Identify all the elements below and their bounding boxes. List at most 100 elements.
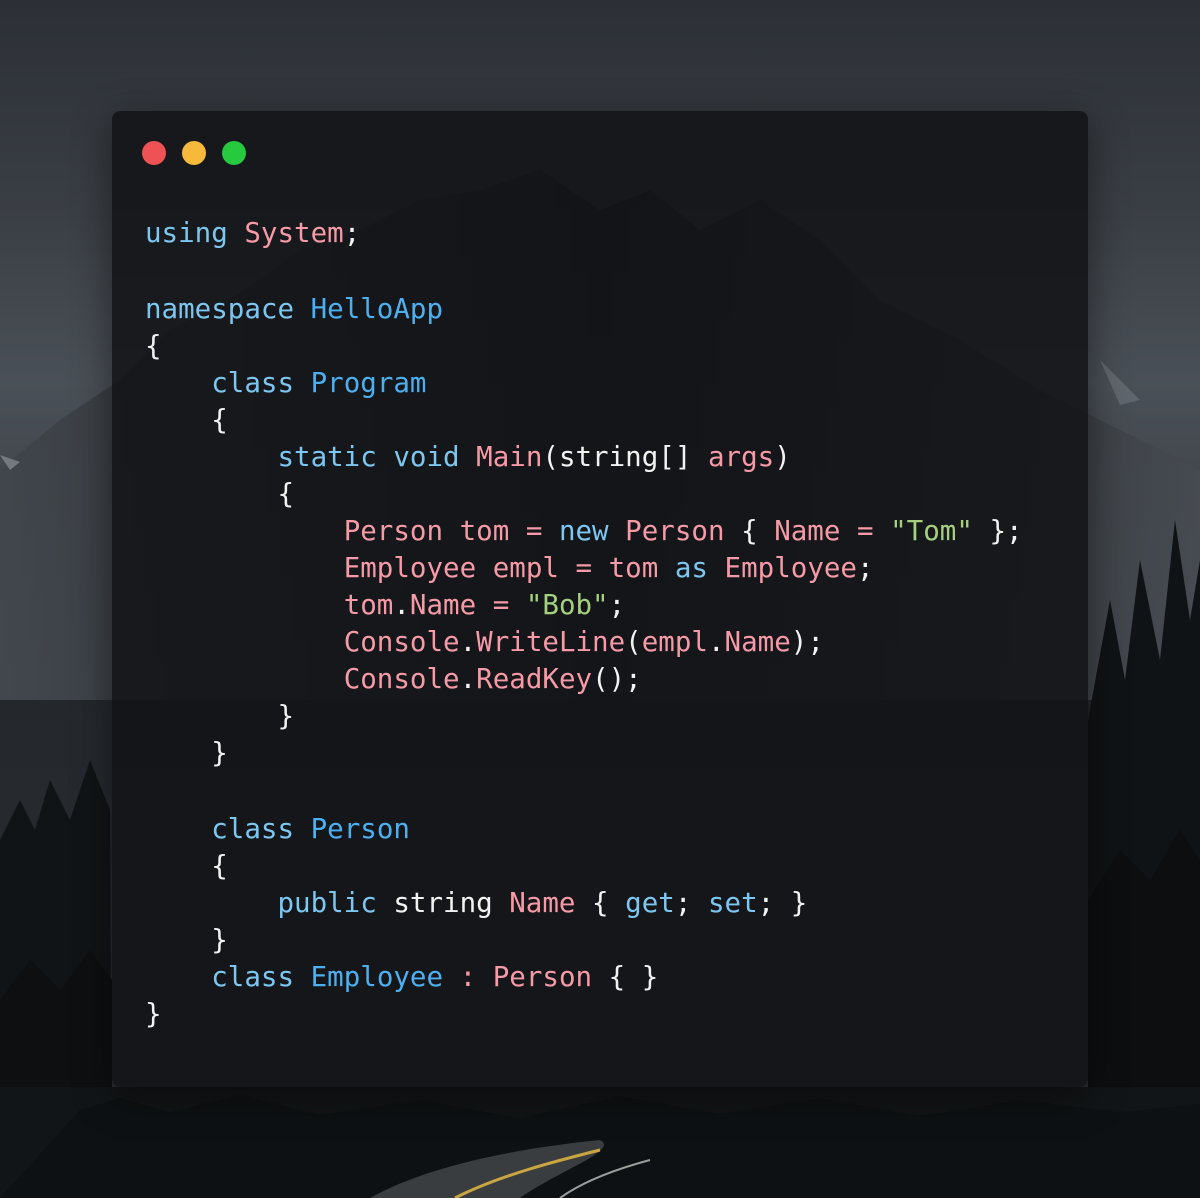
code-token: class (211, 813, 295, 845)
code-line: using System; (145, 215, 1023, 252)
code-token: Person (492, 961, 593, 993)
code-line: namespace HelloApp (145, 291, 1023, 328)
code-token: string (376, 887, 510, 919)
code-token: Person (310, 813, 410, 845)
code-token: } (145, 998, 162, 1030)
code-token: ; (343, 217, 361, 249)
code-line: { (145, 402, 1023, 439)
code-token: class (211, 961, 295, 993)
code-token: "Tom" (890, 515, 973, 547)
code-token: tom (608, 552, 659, 584)
code-token: Name (774, 515, 841, 547)
code-line: { (145, 848, 1023, 885)
code-token: . (459, 626, 477, 658)
code-line: tom.Name = "Bob"; (145, 587, 1023, 624)
code-token: System (244, 217, 344, 249)
code-token: new (558, 515, 609, 547)
code-token: as (674, 552, 708, 584)
code-token: Employee (724, 552, 857, 584)
code-token: Employee (310, 961, 444, 993)
code-token: Person (343, 515, 444, 547)
code-token: void (393, 441, 460, 473)
code-token: { (145, 478, 295, 510)
code-token: { (145, 404, 228, 436)
close-dot-icon[interactable] (142, 141, 166, 165)
code-token: = (840, 515, 891, 547)
minimize-dot-icon[interactable] (182, 141, 206, 165)
code-token: WriteLine (476, 626, 626, 658)
code-line: { (145, 476, 1023, 513)
code-token: using (145, 217, 228, 249)
code-token: } (145, 924, 228, 956)
code-token: ; (674, 887, 708, 919)
code-token: ); (790, 626, 824, 658)
code-line: } (145, 735, 1023, 772)
code-token: static (277, 441, 377, 473)
code-token: args (707, 441, 775, 473)
code-token: . (393, 589, 410, 621)
code-token: ; } (757, 887, 808, 919)
code-token: Program (310, 367, 427, 399)
code-line: } (145, 996, 1023, 1033)
code-token: (); (592, 663, 642, 695)
code-token: Name (409, 589, 477, 621)
code-token: { (145, 330, 162, 362)
code-token: ; (608, 589, 626, 621)
code-token: empl (641, 626, 708, 658)
code-token: Main (476, 441, 543, 473)
code-token: (string[] (542, 441, 708, 473)
code-token: ReadKey (476, 663, 593, 695)
code-token: class (211, 367, 295, 399)
code-line: Employee empl = tom as Employee; (145, 550, 1023, 587)
code-token: "Bob" (525, 589, 609, 621)
code-token: set (707, 887, 758, 919)
code-line: public string Name { get; set; } (145, 885, 1023, 922)
code-token: Console (343, 663, 460, 695)
code-token: : (459, 961, 477, 993)
window-controls (142, 141, 246, 165)
code-token: . (459, 663, 477, 695)
code-token: = (476, 589, 526, 621)
code-token: } (145, 700, 295, 732)
code-line: Console.WriteLine(empl.Name); (145, 624, 1023, 661)
code-token: Name (724, 626, 791, 658)
code-token: }; (972, 515, 1023, 547)
code-line: { (145, 328, 1023, 365)
code-token: ) (774, 441, 791, 473)
code-token: Person (625, 515, 725, 547)
code-token: ; (856, 552, 874, 584)
code-token: tom (459, 515, 510, 547)
code-token: { (145, 850, 228, 882)
code-block: using System; namespace HelloApp{ class P… (145, 215, 1023, 1033)
code-line: } (145, 698, 1023, 735)
code-token: HelloApp (310, 293, 444, 325)
maximize-dot-icon[interactable] (222, 141, 246, 165)
code-token: Employee (343, 552, 477, 584)
code-token: { } (592, 961, 659, 993)
code-line: static void Main(string[] args) (145, 439, 1023, 476)
code-token: public (277, 887, 377, 919)
code-line: class Program (145, 365, 1023, 402)
